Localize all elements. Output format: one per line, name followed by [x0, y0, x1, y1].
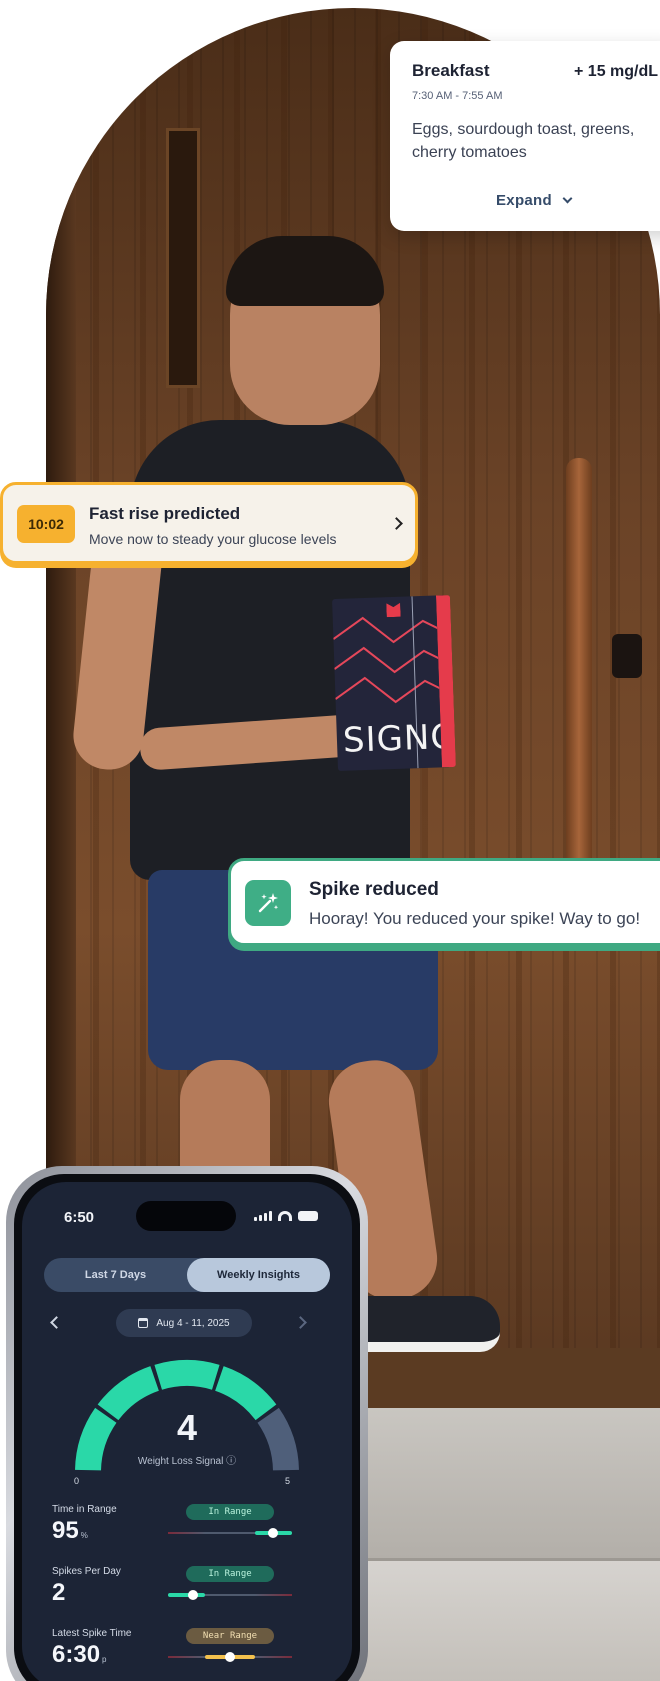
- sparkle-wand-icon: [245, 880, 291, 926]
- sparkle-wand-svg: [258, 893, 279, 913]
- chevron-right-icon[interactable]: [390, 517, 403, 530]
- range-track: [168, 1590, 292, 1600]
- fast-rise-notification[interactable]: 10:02 Fast rise predicted Move now to st…: [0, 482, 418, 564]
- gauge-segment: [154, 1360, 220, 1390]
- status-badge: In Range: [186, 1566, 274, 1582]
- metric-time-in-range[interactable]: Time in Range 95% In Range: [52, 1504, 322, 1545]
- tab-weekly-insights[interactable]: Weekly Insights: [187, 1258, 330, 1292]
- door-carving: [166, 128, 200, 388]
- status-badge: Near Range: [186, 1628, 274, 1644]
- range-marker: [187, 1590, 198, 1600]
- spike-reduced-notification[interactable]: Spike reduced Hooray! You reduced your s…: [228, 858, 660, 946]
- notification-time-badge: 10:02: [17, 505, 75, 543]
- metric-latest-spike-time[interactable]: Latest Spike Time 6:30 p Near Range: [52, 1628, 322, 1669]
- gauge-max-label: 5: [285, 1476, 291, 1486]
- date-range-picker[interactable]: Aug 4 - 11, 2025: [116, 1309, 252, 1337]
- gauge-value: 4: [176, 1407, 198, 1448]
- product-box: SIGNOS: [332, 594, 456, 772]
- person-hair: [226, 236, 384, 306]
- segmented-control: Last 7 Days Weekly Insights: [44, 1258, 330, 1292]
- metric-value: 6:30 p: [52, 1641, 107, 1668]
- calendar-icon: [138, 1318, 149, 1328]
- notification-subtitle: Hooray! You reduced your spike! Way to g…: [309, 909, 641, 928]
- gauge-label: Weight Loss Signal ⓘ: [137, 1456, 237, 1467]
- status-icons: [254, 1211, 318, 1221]
- expand-button[interactable]: Expand: [496, 192, 573, 209]
- phone-screen: 6:50 Last 7 Days Weekly Insights Aug 4 -…: [22, 1182, 352, 1681]
- status-badge: In Range: [186, 1504, 274, 1520]
- notification-subtitle: Move now to steady your glucose levels: [89, 531, 337, 547]
- range-marker: [225, 1652, 235, 1662]
- date-range-label: Aug 4 - 11, 2025: [156, 1317, 230, 1329]
- door-lock: [612, 634, 642, 678]
- status-bar-time: 6:50: [64, 1209, 95, 1226]
- range-track: [168, 1652, 292, 1662]
- gauge-min-label: 0: [74, 1476, 80, 1486]
- signal-icon: [254, 1211, 272, 1221]
- phone-bezel: 6:50 Last 7 Days Weekly Insights Aug 4 -…: [14, 1174, 360, 1681]
- notification-title: Fast rise predicted: [89, 504, 241, 523]
- meal-card[interactable]: Breakfast + 15 mg/dL 7:30 AM - 7:55 AM E…: [390, 41, 660, 231]
- meal-time: 7:30 AM - 7:55 AM: [412, 90, 503, 102]
- next-week-icon[interactable]: [294, 1316, 307, 1329]
- notification-title: Spike reduced: [309, 879, 439, 900]
- phone-mockup: 6:50 Last 7 Days Weekly Insights Aug 4 -…: [6, 1166, 368, 1681]
- previous-week-icon[interactable]: [50, 1316, 63, 1329]
- meal-description: Eggs, sourdough toast, greens, cherry to…: [412, 121, 635, 161]
- wifi-icon: [278, 1211, 292, 1221]
- product-brand: SIGNOS: [342, 716, 456, 761]
- chevron-down-icon: [562, 193, 573, 204]
- range-track: [168, 1528, 292, 1538]
- dynamic-island: [136, 1201, 236, 1231]
- metric-spikes-per-day[interactable]: Spikes Per Day 2 In Range: [52, 1566, 322, 1607]
- range-fill: [168, 1593, 206, 1597]
- battery-icon: [298, 1211, 318, 1221]
- tab-last-7-days[interactable]: Last 7 Days: [44, 1258, 187, 1292]
- expand-label: Expand: [496, 192, 552, 209]
- glucose-delta: + 15 mg/dL: [574, 63, 659, 80]
